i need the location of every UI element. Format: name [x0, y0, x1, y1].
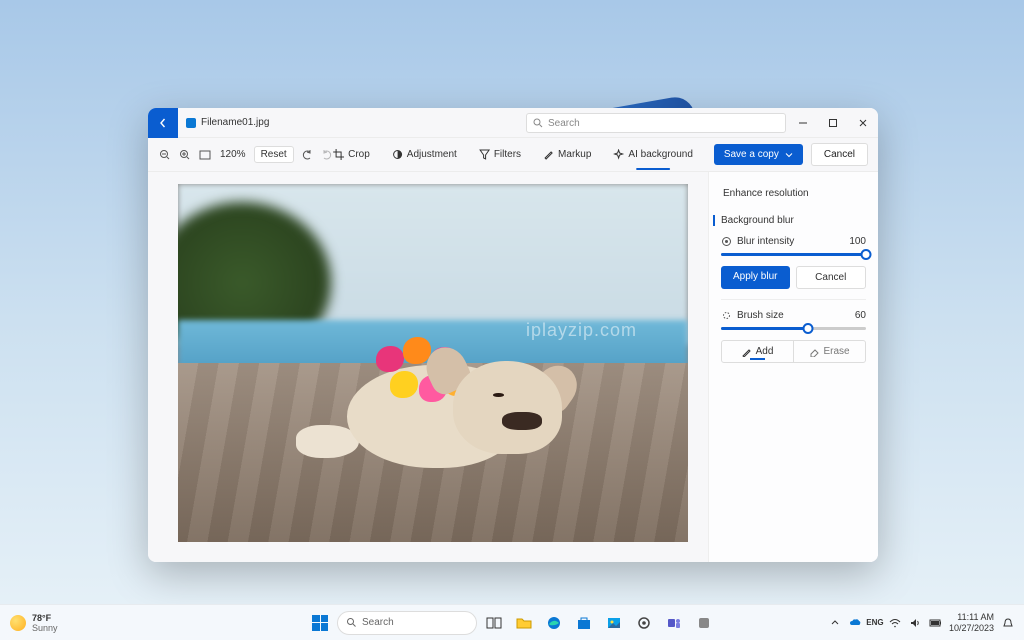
taskbar: 78°F Sunny Search ENG 11:11 AM 10/27/202… [0, 604, 1024, 640]
tab-markup[interactable]: Markup [541, 145, 593, 164]
filename-label: Filename01.jpg [201, 117, 269, 128]
back-button[interactable] [148, 108, 178, 138]
apply-blur-button[interactable]: Apply blur [721, 266, 790, 289]
brush-mode-erase[interactable]: Erase [793, 341, 865, 362]
teams-icon [666, 615, 682, 631]
task-view-icon [486, 615, 502, 631]
taskbar-app-teams[interactable] [661, 610, 687, 636]
taskbar-clock[interactable]: 11:11 AM 10/27/2023 [949, 612, 994, 633]
tray-volume-icon[interactable] [909, 617, 921, 629]
markup-icon [543, 149, 554, 160]
taskbar-weather-widget[interactable]: 78°F Sunny [0, 613, 58, 633]
edge-icon [546, 615, 562, 631]
brush-mode-add[interactable]: Add [722, 341, 793, 362]
brush-size-value: 60 [855, 310, 866, 321]
crop-icon [333, 149, 344, 160]
ai-background-panel: Enhance resolution Background blur Blur … [708, 172, 878, 562]
pen-add-icon [742, 347, 752, 357]
titlebar: Filename01.jpg Search [148, 108, 878, 138]
tray-onedrive-icon[interactable] [849, 617, 861, 629]
gear-icon [636, 615, 652, 631]
image-canvas-area: iplayzip.com [148, 172, 708, 562]
cancel-button[interactable]: Cancel [811, 143, 868, 166]
taskbar-app-photos[interactable] [601, 610, 627, 636]
taskbar-app-store[interactable] [571, 610, 597, 636]
minimize-button[interactable] [788, 108, 818, 138]
taskbar-app-generic[interactable] [691, 610, 717, 636]
ai-sparkle-icon [613, 149, 624, 160]
weather-temp: 78°F [32, 613, 58, 623]
photos-app-window: Filename01.jpg Search 120% Reset Crop Ad [148, 108, 878, 562]
filters-icon [479, 149, 490, 160]
eraser-icon [809, 347, 819, 357]
image-file-icon [186, 118, 196, 128]
search-icon [533, 118, 543, 128]
clock-time: 11:11 AM [949, 612, 994, 622]
file-title: Filename01.jpg [178, 117, 277, 128]
enhance-resolution-item[interactable]: Enhance resolution [721, 182, 866, 205]
chevron-left-icon [158, 118, 168, 128]
app-icon [696, 615, 712, 631]
edited-photo[interactable]: iplayzip.com [178, 184, 688, 542]
windows-logo-icon [312, 615, 328, 631]
taskbar-search[interactable]: Search [337, 611, 477, 635]
brush-size-slider[interactable] [721, 327, 866, 330]
blur-intensity-label: Blur intensity [737, 236, 794, 247]
tray-notifications-icon[interactable] [1002, 617, 1014, 629]
zoom-in-button[interactable] [178, 148, 192, 162]
tray-battery-icon[interactable] [929, 617, 941, 629]
titlebar-search[interactable]: Search [526, 113, 786, 133]
save-copy-button[interactable]: Save a copy [714, 144, 803, 165]
maximize-button[interactable] [818, 108, 848, 138]
adjustment-icon [392, 149, 403, 160]
background-blur-section-header[interactable]: Background blur [713, 215, 866, 226]
zoom-fit-button[interactable] [198, 148, 212, 162]
tray-language-icon[interactable]: ENG [869, 617, 881, 629]
task-view-button[interactable] [481, 610, 507, 636]
search-icon [346, 617, 357, 628]
tab-filters[interactable]: Filters [477, 145, 523, 164]
store-icon [576, 615, 592, 631]
tab-adjustment[interactable]: Adjustment [390, 145, 459, 164]
taskbar-app-edge[interactable] [541, 610, 567, 636]
zoom-out-button[interactable] [158, 148, 172, 162]
zoom-percent-label: 120% [218, 149, 248, 160]
taskbar-app-settings[interactable] [631, 610, 657, 636]
photos-icon [606, 615, 622, 631]
tab-ai-background[interactable]: AI background [611, 145, 695, 164]
start-button[interactable] [307, 610, 333, 636]
tab-crop[interactable]: Crop [331, 145, 372, 164]
tray-chevron-up[interactable] [829, 617, 841, 629]
sun-icon [10, 615, 26, 631]
taskbar-app-explorer[interactable] [511, 610, 537, 636]
brush-size-label: Brush size [737, 310, 784, 321]
blur-intensity-value: 100 [849, 236, 866, 247]
folder-icon [516, 615, 532, 631]
brush-icon [721, 310, 732, 321]
close-button[interactable] [848, 108, 878, 138]
clock-date: 10/27/2023 [949, 623, 994, 633]
reset-button[interactable]: Reset [254, 146, 294, 163]
weather-condition: Sunny [32, 623, 58, 633]
blur-icon [721, 236, 732, 247]
watermark-text: iplayzip.com [526, 320, 637, 341]
editor-toolbar: 120% Reset Crop Adjustment Filters Marku… [148, 138, 878, 172]
cancel-blur-button[interactable]: Cancel [796, 266, 867, 289]
chevron-down-icon [785, 151, 793, 159]
tray-wifi-icon[interactable] [889, 617, 901, 629]
undo-button[interactable] [300, 148, 314, 162]
blur-intensity-slider[interactable] [721, 253, 866, 256]
search-placeholder: Search [548, 118, 580, 129]
